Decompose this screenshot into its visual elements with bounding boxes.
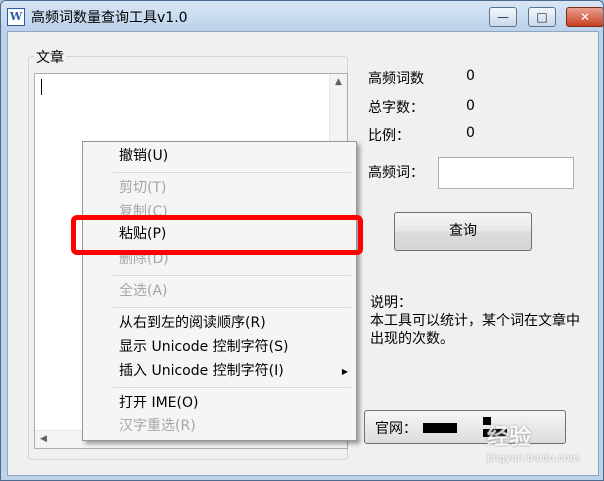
scroll-left-icon[interactable]: ◀	[40, 434, 47, 444]
menu-separator	[113, 387, 351, 388]
text-caret	[41, 79, 42, 95]
context-menu: 撤销(U) 剪切(T) 复制(C) 粘贴(P) 删除(D) 全选(A) 从右到左…	[82, 141, 357, 441]
close-button[interactable]: ✕	[566, 7, 603, 27]
window-title: 高频词数量查询工具v1.0	[31, 10, 188, 26]
scroll-up-icon[interactable]: ▲	[335, 77, 342, 87]
word-app-icon: W	[7, 8, 25, 26]
website-button[interactable]: 官网：	[364, 410, 566, 444]
high-freq-count-label: 高频词数	[368, 71, 424, 87]
menu-item-open-ime[interactable]: 打开 IME(O)	[119, 392, 198, 414]
high-freq-word-input[interactable]	[438, 157, 574, 189]
title-bar[interactable]: W 高频词数量查询工具v1.0 — □ ✕	[1, 1, 603, 31]
submenu-arrow-icon: ▶	[341, 367, 348, 376]
watermark-url: jingyan.baidu.com	[487, 453, 580, 464]
app-window: W 高频词数量查询工具v1.0 — □ ✕ 文章 ▲ ◀ 高频词数 0 总字数：…	[0, 0, 604, 481]
website-label: 官网：	[375, 421, 417, 437]
menu-separator	[113, 172, 351, 173]
ratio-value: 0	[466, 125, 475, 141]
minimize-button[interactable]: —	[489, 7, 517, 27]
total-chars-value: 0	[466, 98, 475, 114]
menu-separator	[113, 275, 351, 276]
watermark-text: 经验	[487, 425, 532, 450]
maximize-button[interactable]: □	[528, 7, 556, 27]
redacted-url-part	[423, 423, 457, 433]
description-title: 说明：	[370, 295, 412, 311]
paste-highlight-box	[71, 215, 363, 255]
ratio-label: 比例：	[368, 128, 410, 144]
menu-item-hanzi-reselect: 汉字重选(R)	[119, 418, 196, 434]
menu-separator	[113, 307, 351, 308]
description-body: 本工具可以统计，某个词在文章中出现的次数。	[370, 313, 580, 347]
high-freq-count-value: 0	[466, 68, 475, 84]
menu-item-show-unicode[interactable]: 显示 Unicode 控制字符(S)	[119, 336, 288, 358]
menu-item-rtl-reading[interactable]: 从右到左的阅读顺序(R)	[119, 312, 266, 334]
high-freq-word-label: 高频词：	[368, 165, 424, 181]
total-chars-label: 总字数：	[368, 100, 424, 116]
description: 说明： 本工具可以统计，某个词在文章中出现的次数。	[370, 294, 588, 348]
menu-item-cut: 剪切(T)	[119, 180, 167, 196]
query-button[interactable]: 查询	[394, 212, 532, 251]
menu-item-insert-unicode[interactable]: 插入 Unicode 控制字符(I)	[119, 360, 284, 382]
menu-item-undo[interactable]: 撤销(U)	[119, 145, 168, 167]
menu-item-select-all: 全选(A)	[119, 283, 168, 299]
article-group-label: 文章	[34, 47, 66, 67]
